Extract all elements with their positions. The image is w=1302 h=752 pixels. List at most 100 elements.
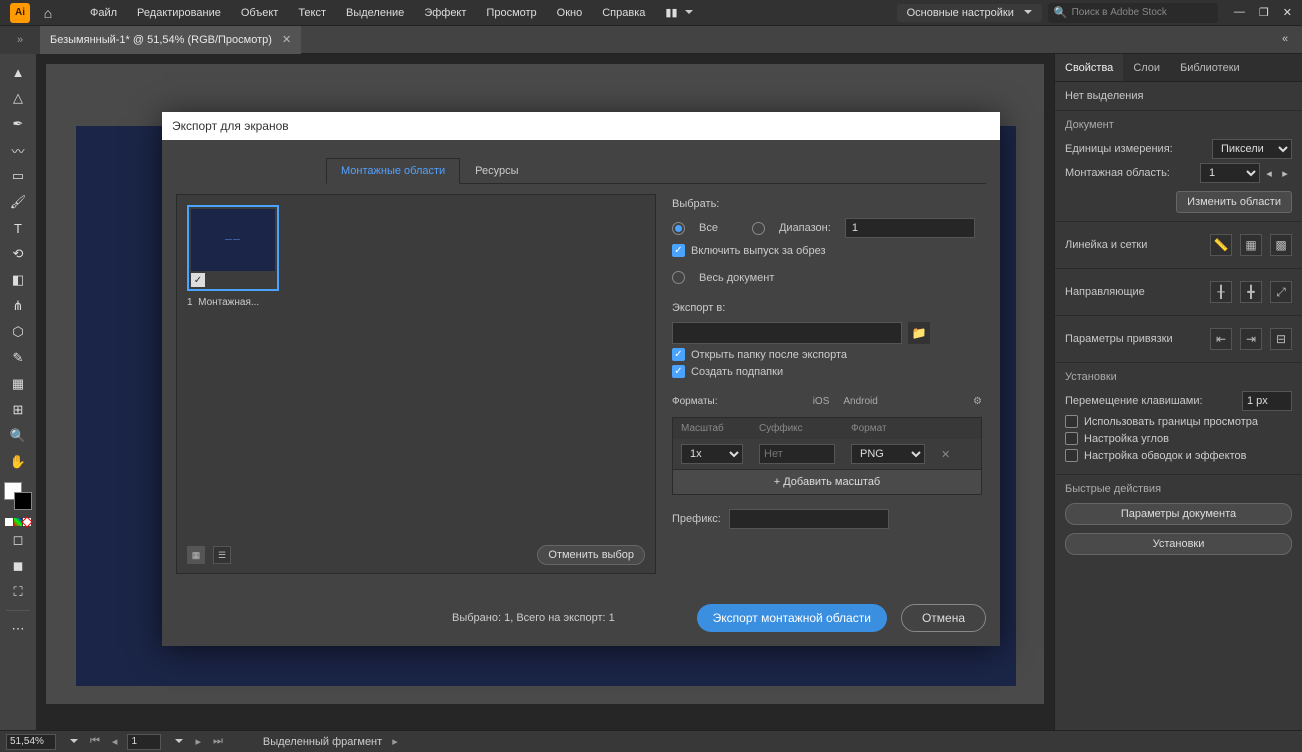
draw-mode-behind[interactable]: ◼ [4, 554, 32, 578]
export-path-input[interactable] [672, 322, 902, 344]
gradient-tool[interactable]: ▦ [4, 372, 32, 396]
snap-pixel-icon[interactable]: ⊟ [1270, 328, 1292, 350]
screen-mode[interactable]: ⛶ [4, 580, 32, 604]
format-select[interactable]: PNG [851, 444, 925, 464]
edit-artboards-button[interactable]: Изменить области [1176, 191, 1292, 213]
radio-all[interactable] [672, 222, 685, 235]
scale-corners-check[interactable]: Настройка углов [1065, 432, 1292, 445]
snap-point-icon[interactable]: ⇤ [1210, 328, 1232, 350]
tab-libraries[interactable]: Библиотеки [1170, 54, 1250, 81]
zoom-dropdown-icon[interactable] [64, 736, 80, 748]
menu-view[interactable]: Просмотр [476, 0, 546, 26]
window-minimize-icon[interactable]: — [1234, 6, 1245, 19]
width-tool[interactable]: ⋔ [4, 294, 32, 318]
open-after-check[interactable]: Открыть папку после экспорта [672, 348, 982, 361]
preset-ios[interactable]: iOS [813, 396, 830, 407]
units-dropdown[interactable]: Пиксели [1212, 139, 1292, 159]
menu-select[interactable]: Выделение [336, 0, 414, 26]
guides-lock-icon[interactable]: ╋ [1240, 281, 1262, 303]
paintbrush-tool[interactable]: 🖌 [4, 190, 32, 214]
preset-android[interactable]: Android [843, 396, 877, 407]
guides-show-icon[interactable]: ╂ [1210, 281, 1232, 303]
rectangle-tool[interactable]: ▭ [4, 164, 32, 188]
fill-stroke-swatch[interactable] [4, 482, 32, 510]
workspace-switcher[interactable]: Основные настройки [897, 4, 1042, 22]
stock-search[interactable]: 🔍 Поиск в Adobe Stock [1048, 3, 1218, 23]
use-preview-bounds-check[interactable]: Использовать границы просмотра [1065, 415, 1292, 428]
artboard-page-input[interactable] [127, 734, 161, 750]
shape-builder-tool[interactable]: ⬡ [4, 320, 32, 344]
curvature-tool[interactable]: 〰 [4, 138, 32, 162]
artboard-tool[interactable]: ⊞ [4, 398, 32, 422]
create-subfolders-check[interactable]: Создать подпапки [672, 365, 982, 378]
artboard-thumbnail[interactable]: ✓ [187, 205, 279, 291]
add-scale-button[interactable]: + Добавить масштаб [673, 469, 981, 494]
scale-select[interactable]: 1x [681, 444, 743, 464]
tab-layers[interactable]: Слои [1123, 54, 1170, 81]
format-settings-icon[interactable]: ⚙ [973, 396, 982, 407]
document-tab-close-icon[interactable]: ✕ [282, 33, 291, 46]
dialog-tab-assets[interactable]: Ресурсы [460, 158, 533, 183]
panel-toggle-right[interactable]: « [1282, 33, 1296, 47]
edit-toolbar[interactable]: ⋯ [4, 617, 32, 641]
smart-guides-icon[interactable]: ⤢ [1270, 281, 1292, 303]
key-move-input[interactable] [1242, 391, 1292, 411]
delete-format-icon[interactable]: ✕ [933, 443, 953, 466]
menu-effect[interactable]: Эффект [414, 0, 476, 26]
window-restore-icon[interactable]: ❐ [1259, 6, 1269, 19]
menu-file[interactable]: Файл [80, 0, 127, 26]
nav-first-icon[interactable]: ⏮ [88, 735, 102, 748]
pen-tool[interactable]: ✒ [4, 112, 32, 136]
radio-range[interactable] [752, 222, 765, 235]
artboard-prev-icon[interactable]: ◂ [1262, 167, 1276, 180]
grid-icon[interactable]: ▦ [1240, 234, 1262, 256]
selection-tool[interactable]: ▲ [4, 60, 32, 84]
zoom-tool[interactable]: 🔍 [4, 424, 32, 448]
zoom-input[interactable] [6, 734, 56, 750]
panel-toggle-left[interactable]: » [0, 26, 40, 54]
menu-edit[interactable]: Редактирование [127, 0, 231, 26]
menu-text[interactable]: Текст [288, 0, 336, 26]
ruler-icon[interactable]: 📏 [1210, 234, 1232, 256]
menu-layout-icon[interactable]: ▮▮ [655, 0, 702, 26]
artboard-page-dropdown[interactable] [169, 736, 185, 748]
artboard-thumbnail-check[interactable]: ✓ [191, 273, 205, 287]
snap-grid-icon[interactable]: ⇥ [1240, 328, 1262, 350]
home-icon[interactable]: ⌂ [36, 1, 60, 25]
dialog-tab-artboards[interactable]: Монтажные области [326, 158, 460, 184]
rotate-tool[interactable]: ⟲ [4, 242, 32, 266]
direct-selection-tool[interactable]: △ [4, 86, 32, 110]
doc-setup-button[interactable]: Параметры документа [1065, 503, 1292, 525]
range-input[interactable] [845, 218, 975, 238]
cancel-button[interactable]: Отмена [901, 604, 986, 632]
document-tab[interactable]: Безымянный-1* @ 51,54% (RGB/Просмотр) ✕ [40, 26, 301, 54]
nav-last-icon[interactable]: ⏭ [211, 735, 225, 748]
hand-tool[interactable]: ✋ [4, 450, 32, 474]
suffix-input[interactable] [759, 444, 835, 464]
transparency-grid-icon[interactable]: ▩ [1270, 234, 1292, 256]
preferences-button[interactable]: Установки [1065, 533, 1292, 555]
artboard-next-icon[interactable]: ▸ [1278, 167, 1292, 180]
browse-folder-icon[interactable]: 📁 [908, 322, 930, 344]
color-mode-row[interactable] [5, 518, 31, 526]
thumb-list-view-icon[interactable]: ☰ [213, 546, 231, 564]
nav-next-icon[interactable]: ▸ [193, 735, 203, 748]
thumb-grid-view-icon[interactable]: ▦ [187, 546, 205, 564]
menu-object[interactable]: Объект [231, 0, 288, 26]
draw-mode-normal[interactable]: ◻ [4, 528, 32, 552]
scale-strokes-check[interactable]: Настройка обводок и эффектов [1065, 449, 1292, 462]
clear-selection-button[interactable]: Отменить выбор [537, 545, 645, 565]
tab-properties[interactable]: Свойства [1055, 54, 1123, 81]
export-button[interactable]: Экспорт монтажной области [697, 604, 887, 632]
status-fragment-menu-icon[interactable]: ▸ [390, 735, 400, 748]
menu-help[interactable]: Справка [592, 0, 655, 26]
menu-window[interactable]: Окно [547, 0, 593, 26]
nav-prev-icon[interactable]: ◂ [110, 735, 120, 748]
artboard-dropdown[interactable]: 1 [1200, 163, 1260, 183]
eyedropper-tool[interactable]: ✎ [4, 346, 32, 370]
type-tool[interactable]: T [4, 216, 32, 240]
window-close-icon[interactable]: ✕ [1283, 6, 1292, 19]
radio-full-document[interactable] [672, 271, 685, 284]
eraser-tool[interactable]: ◧ [4, 268, 32, 292]
include-bleed-check[interactable]: Включить выпуск за обрез [672, 244, 982, 257]
